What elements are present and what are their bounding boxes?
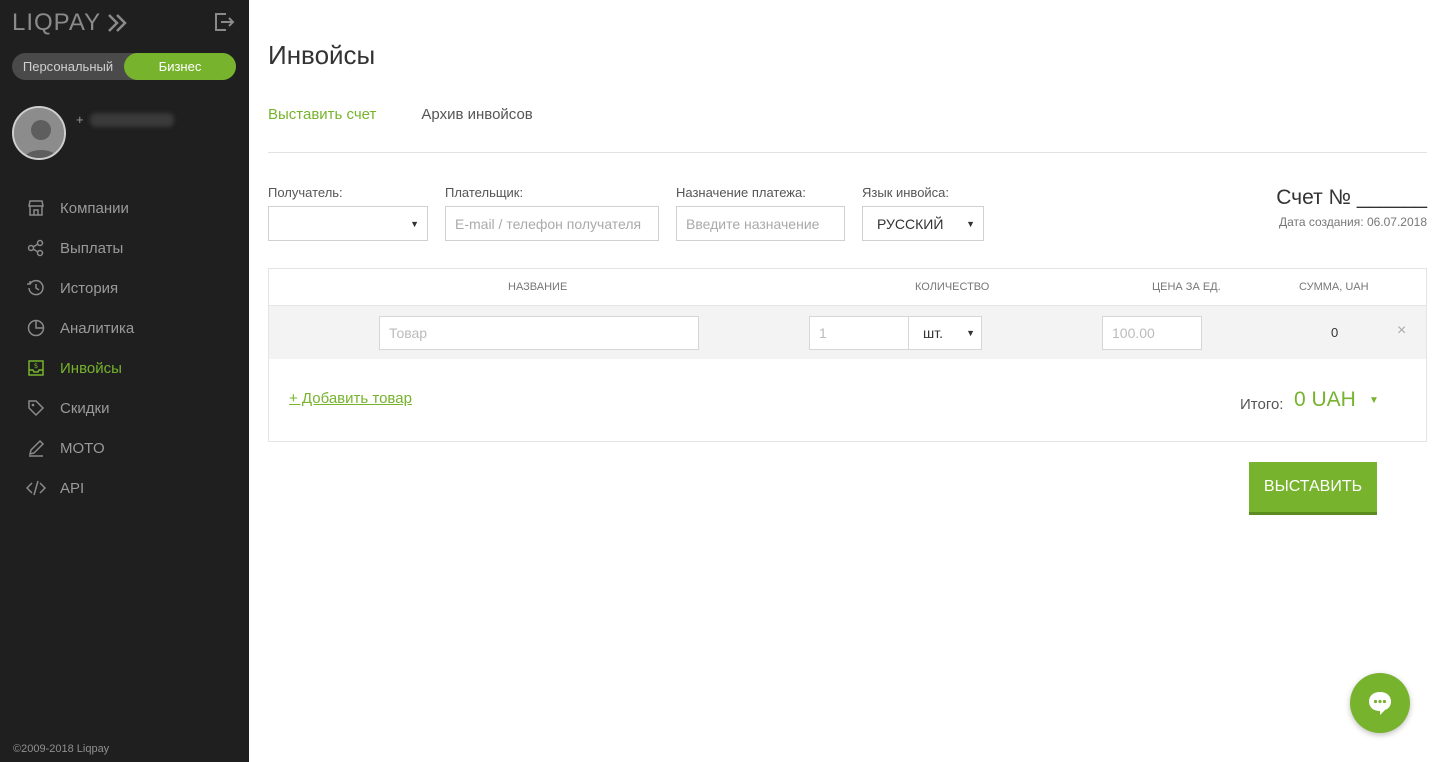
unit-value: шт.: [923, 325, 943, 341]
purpose-label: Назначение платежа:: [676, 185, 806, 200]
sidebar-item-label: API: [60, 479, 85, 497]
column-price: ЦЕНА ЗА ЕД.: [1152, 281, 1221, 293]
total-value: 0 UAH: [1294, 388, 1356, 411]
analytics-icon: [26, 318, 46, 338]
submit-invoice-button[interactable]: ВЫСТАВИТЬ: [1249, 462, 1377, 515]
app: LIQPAY Персональный Бизнес + Компании Вы…: [0, 0, 1439, 762]
payer-input[interactable]: E-mail / телефон получателя: [445, 206, 659, 241]
sidebar-item-label: MOTO: [60, 439, 105, 457]
invoice-number: Счет № ______: [1276, 186, 1427, 209]
logo[interactable]: LIQPAY: [12, 8, 129, 38]
sidebar-item-invoices[interactable]: $ Инвойсы: [0, 348, 249, 388]
column-name: НАЗВАНИЕ: [508, 281, 568, 293]
invoice-date-label: Дата создания:: [1278, 215, 1364, 229]
tab-create-invoice[interactable]: Выставить счет: [268, 106, 376, 123]
sidebar-item-payouts[interactable]: Выплаты: [0, 228, 249, 268]
double-chevron-icon: [105, 11, 129, 35]
sidebar-item-companies[interactable]: Компании: [0, 188, 249, 228]
avatar[interactable]: [12, 106, 66, 160]
language-select[interactable]: РУССКИЙ ▼: [862, 206, 984, 241]
store-icon: [26, 198, 46, 218]
sidebar-item-label: Выплаты: [60, 239, 124, 257]
sidebar-item-analytics[interactable]: Аналитика: [0, 308, 249, 348]
language-value: РУССКИЙ: [877, 215, 944, 232]
logo-text: LIQPAY: [12, 9, 102, 36]
column-qty: КОЛИЧЕСТВО: [915, 281, 990, 293]
sidebar: LIQPAY Персональный Бизнес + Компании Вы…: [0, 0, 249, 762]
chat-bubble-icon: [1369, 692, 1391, 715]
table-row: Товар 1 шт. ▼ 100.00 0 ×: [269, 306, 1426, 359]
copyright: ©2009-2018 Liqpay: [13, 743, 110, 755]
code-icon: [26, 478, 46, 498]
total-label: Итого:: [1240, 396, 1284, 413]
add-item-link[interactable]: + Добавить товар: [289, 390, 412, 407]
sidebar-item-label: Инвойсы: [60, 359, 122, 377]
sidebar-item-label: История: [60, 279, 119, 297]
main-content: Инвойсы Выставить счет Архив инвойсов По…: [249, 0, 1439, 762]
payer-label: Плательщик:: [445, 185, 524, 200]
account-type-toggle: Персональный Бизнес: [12, 53, 236, 80]
item-sum: 0: [1331, 325, 1339, 340]
payouts-icon: [26, 238, 46, 258]
currency-caret-icon[interactable]: ▼: [1369, 395, 1379, 406]
sidebar-item-discounts[interactable]: Скидки: [0, 388, 249, 428]
sidebar-item-label: Аналитика: [60, 319, 135, 337]
phone-number-redacted: [89, 112, 174, 127]
invoice-date: Дата создания: 06.07.2018: [1279, 215, 1427, 229]
item-price-input[interactable]: 100.00: [1102, 316, 1202, 350]
page-title: Инвойсы: [268, 40, 376, 70]
sidebar-item-moto[interactable]: MOTO: [0, 428, 249, 468]
item-qty-input[interactable]: 1: [809, 316, 909, 350]
divider: [268, 152, 1427, 153]
tab-invoice-archive[interactable]: Архив инвойсов: [421, 106, 532, 123]
caret-down-icon: ▼: [410, 218, 419, 229]
sidebar-item-history[interactable]: История: [0, 268, 249, 308]
pen-icon: [26, 438, 46, 458]
caret-down-icon: ▼: [966, 328, 975, 338]
caret-down-icon: ▼: [966, 218, 975, 229]
remove-item-icon[interactable]: ×: [1397, 322, 1406, 340]
column-sum: СУММА, UAH: [1299, 281, 1369, 293]
sidebar-item-label: Компании: [60, 199, 129, 217]
phone-prefix: +: [76, 112, 84, 127]
sidebar-item-api[interactable]: API: [0, 468, 249, 508]
toggle-personal[interactable]: Персональный: [12, 53, 124, 80]
chat-button[interactable]: [1350, 673, 1410, 733]
tag-icon: [26, 398, 46, 418]
tabs: Выставить счет Архив инвойсов: [268, 106, 578, 123]
svg-text:$: $: [34, 362, 38, 370]
invoice-items-table: НАЗВАНИЕ КОЛИЧЕСТВО ЦЕНА ЗА ЕД. СУММА, U…: [268, 268, 1427, 442]
profile-phone: +: [76, 112, 174, 127]
invoice-icon: $: [26, 358, 46, 378]
sidebar-item-label: Скидки: [60, 399, 110, 417]
recipient-label: Получатель:: [268, 185, 343, 200]
table-header: НАЗВАНИЕ КОЛИЧЕСТВО ЦЕНА ЗА ЕД. СУММА, U…: [269, 269, 1426, 306]
sidebar-nav: Компании Выплаты История Аналитика $ Инв…: [0, 188, 249, 508]
language-label: Язык инвойса:: [862, 185, 950, 200]
item-name-input[interactable]: Товар: [379, 316, 699, 350]
purpose-input[interactable]: Введите назначение: [676, 206, 845, 241]
history-icon: [26, 278, 46, 298]
logout-icon[interactable]: [212, 10, 236, 34]
item-unit-select[interactable]: шт. ▼: [908, 316, 982, 350]
invoice-date-value: 06.07.2018: [1366, 215, 1427, 229]
toggle-business[interactable]: Бизнес: [124, 53, 236, 80]
recipient-select[interactable]: ▼: [268, 206, 428, 241]
